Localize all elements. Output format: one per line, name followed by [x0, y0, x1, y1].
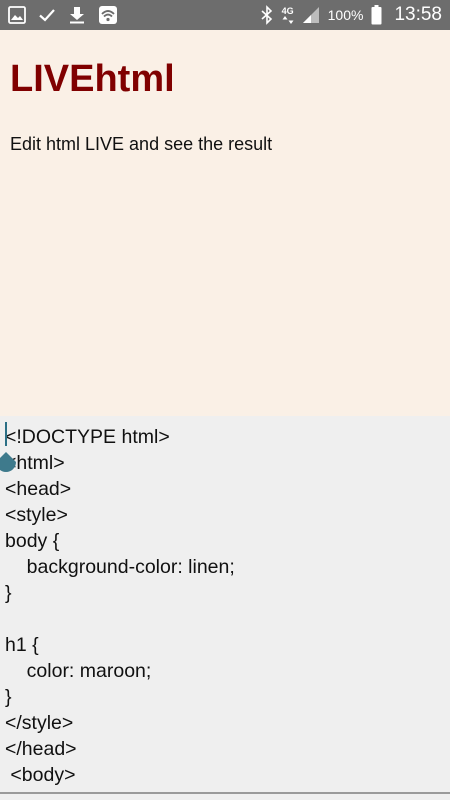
battery-icon [371, 5, 382, 25]
code-line-11: } [5, 686, 12, 708]
code-line-9: h1 { [5, 634, 39, 656]
clock: 13:58 [394, 4, 442, 25]
code-line-14: <body> [5, 764, 76, 786]
code-line-7: } [5, 582, 12, 604]
signal-icon [302, 6, 320, 24]
bluetooth-icon [260, 5, 274, 25]
bottom-strip [0, 794, 450, 800]
status-right-icons: 4G 100% 13:58 [260, 4, 442, 26]
wifi-icon [98, 5, 118, 25]
check-icon [38, 6, 56, 24]
cursor-handle-icon[interactable] [0, 450, 18, 480]
code-line-10: color: maroon; [5, 660, 152, 682]
status-left-icons [8, 5, 118, 25]
code-line-1: <!DOCTYPE html> [5, 426, 170, 448]
code-line-12: </style> [5, 712, 74, 734]
code-line-5: body { [5, 530, 60, 552]
network-type-indicator: 4G [281, 5, 294, 24]
code-line-4: <style> [5, 504, 68, 526]
code-line-13: </head> [5, 738, 77, 760]
code-editor[interactable]: <!DOCTYPE html> <html> <head> <style> bo… [0, 416, 450, 792]
preview-heading: LIVEhtml [10, 58, 175, 100]
code-line-6: background-color: linen; [5, 556, 235, 578]
data-arrows-icon [282, 15, 294, 24]
download-icon [68, 6, 86, 24]
battery-percent: 100% [327, 7, 364, 23]
gallery-icon [8, 6, 26, 24]
status-bar: 4G 100% 13:58 [0, 0, 450, 30]
preview-paragraph: Edit html LIVE and see the result [10, 134, 273, 154]
text-cursor [5, 422, 7, 446]
network-label: 4G [281, 5, 294, 16]
preview-pane: LIVEhtml Edit html LIVE and see the resu… [0, 30, 450, 416]
